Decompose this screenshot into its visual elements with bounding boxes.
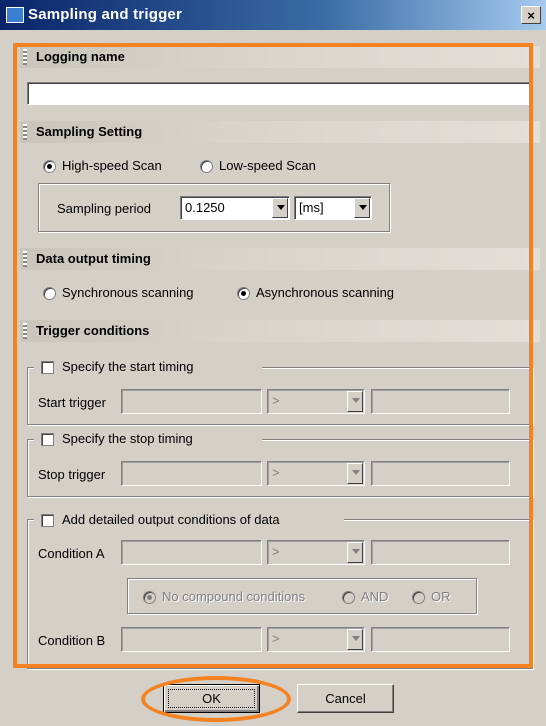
dialog-window: Sampling and trigger × Logging name Samp… [0,0,546,726]
asynchronous-scanning-label: Asynchronous scanning [256,285,395,300]
chevron-down-icon[interactable] [272,198,288,218]
chevron-down-icon[interactable] [347,629,363,650]
no-compound-conditions-label: No compound conditions [162,589,306,604]
synchronous-scanning-radio[interactable] [43,287,56,300]
section-title: Trigger conditions [36,323,150,338]
condition-a-label: Condition A [38,546,105,561]
detail-conditions-label: Add detailed output conditions of data [62,512,280,527]
ok-button[interactable]: OK [163,684,260,713]
condition-a-device-field[interactable] [121,540,262,565]
sampling-unit-select[interactable]: [ms] [294,196,372,220]
condition-a-operator-value: > [272,544,280,559]
condition-b-operator-select[interactable]: > [267,627,365,652]
asynchronous-scanning-radio[interactable] [237,287,250,300]
close-button[interactable]: × [521,6,541,24]
start-timing-checkbox[interactable] [41,361,54,374]
cancel-button[interactable]: Cancel [297,684,394,713]
start-trigger-operator-select[interactable]: > [267,389,365,414]
section-logging-name: Logging name [20,46,540,68]
detail-conditions-checkbox[interactable] [41,514,54,527]
sampling-period-select[interactable]: 0.1250 [180,196,290,220]
section-trigger-conditions: Trigger conditions [20,320,540,342]
start-trigger-device-field[interactable] [121,389,262,414]
and-radio[interactable] [342,591,355,604]
synchronous-scanning-label: Synchronous scanning [62,285,194,300]
low-speed-scan-label: Low-speed Scan [219,158,316,173]
chevron-down-icon[interactable] [347,463,363,484]
stop-trigger-operator-value: > [272,465,280,480]
logging-name-input[interactable] [27,82,532,105]
condition-b-device-field[interactable] [121,627,262,652]
stop-timing-checkbox[interactable] [41,433,54,446]
start-trigger-operator-value: > [272,393,280,408]
section-sampling-setting: Sampling Setting [20,121,540,143]
condition-b-value-field[interactable] [371,627,510,652]
no-compound-conditions-radio[interactable] [143,591,156,604]
stop-trigger-operator-select[interactable]: > [267,461,365,486]
condition-a-operator-select[interactable]: > [267,540,365,565]
start-trigger-label: Start trigger [38,395,106,410]
stop-timing-label: Specify the stop timing [62,431,193,446]
section-title: Data output timing [36,251,151,266]
low-speed-scan-radio[interactable] [200,160,213,173]
chevron-down-icon[interactable] [347,391,363,412]
or-radio[interactable] [412,591,425,604]
chevron-down-icon[interactable] [347,542,363,563]
and-label: AND [361,589,389,604]
app-window-icon [6,7,24,23]
ok-button-label: OK [202,691,221,706]
condition-b-operator-value: > [272,631,280,646]
stop-trigger-device-field[interactable] [121,461,262,486]
start-timing-label: Specify the start timing [62,359,194,374]
high-speed-scan-label: High-speed Scan [62,158,162,173]
or-label: OR [431,589,451,604]
sampling-period-label: Sampling period [57,201,151,216]
start-trigger-value-field[interactable] [371,389,510,414]
title-bar: Sampling and trigger × [0,0,546,30]
stop-trigger-value-field[interactable] [371,461,510,486]
stop-trigger-label: Stop trigger [38,467,106,482]
sampling-unit-value: [ms] [299,200,324,215]
sampling-period-value: 0.1250 [185,200,225,215]
grip-icon [23,124,27,140]
section-title: Logging name [36,49,125,64]
grip-icon [23,49,27,65]
section-data-output-timing: Data output timing [20,248,540,270]
window-title: Sampling and trigger [28,6,183,23]
condition-a-value-field[interactable] [371,540,510,565]
section-title: Sampling Setting [36,124,143,139]
condition-b-label: Condition B [38,633,106,648]
grip-icon [23,251,27,267]
grip-icon [23,323,27,339]
high-speed-scan-radio[interactable] [43,160,56,173]
cancel-button-label: Cancel [325,691,366,706]
chevron-down-icon[interactable] [354,198,370,218]
